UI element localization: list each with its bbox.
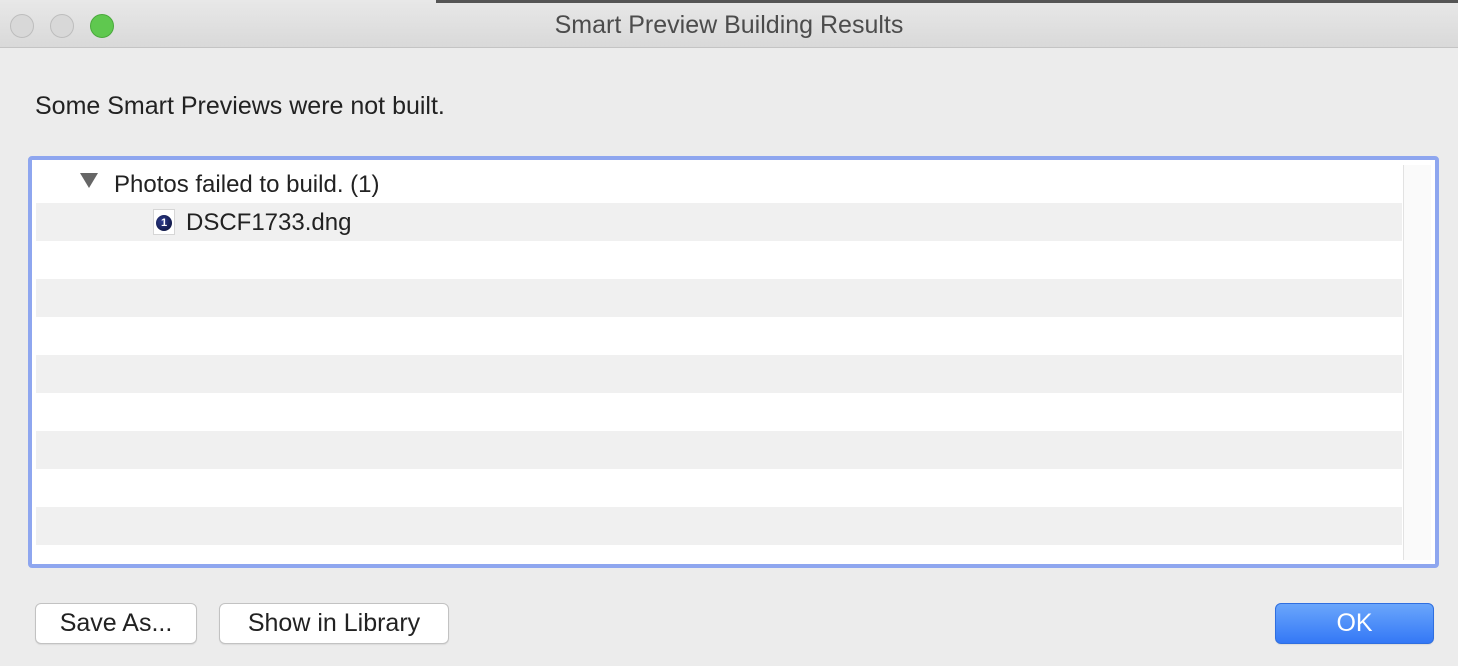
empty-row bbox=[36, 241, 1402, 279]
empty-row bbox=[36, 507, 1402, 545]
save-as-button[interactable]: Save As... bbox=[35, 603, 197, 644]
title-bar[interactable]: Smart Preview Building Results bbox=[0, 0, 1458, 48]
window-title: Smart Preview Building Results bbox=[554, 11, 904, 39]
file-name: DSCF1733.dng bbox=[186, 209, 352, 236]
scrollbar-track[interactable] bbox=[1403, 165, 1431, 560]
empty-row bbox=[36, 469, 1402, 507]
empty-row bbox=[36, 355, 1402, 393]
empty-row bbox=[36, 393, 1402, 431]
empty-row bbox=[36, 317, 1402, 355]
disclosure-triangle-icon[interactable] bbox=[80, 173, 98, 188]
results-rows: Photos failed to build. (1) 1 DSCF1733.d… bbox=[36, 165, 1402, 564]
dialog-window: Smart Preview Building Results Some Smar… bbox=[0, 0, 1458, 666]
group-label: Photos failed to build. (1) bbox=[114, 171, 380, 198]
results-list[interactable]: Photos failed to build. (1) 1 DSCF1733.d… bbox=[28, 156, 1439, 568]
capture-one-file-icon: 1 bbox=[153, 209, 175, 235]
empty-row bbox=[36, 431, 1402, 469]
group-row[interactable]: Photos failed to build. (1) bbox=[36, 165, 1402, 203]
show-in-library-button[interactable]: Show in Library bbox=[219, 603, 449, 644]
title-bar-edge bbox=[436, 0, 1458, 3]
status-message: Some Smart Previews were not built. bbox=[35, 92, 445, 120]
empty-row bbox=[36, 545, 1402, 564]
ok-button[interactable]: OK bbox=[1275, 603, 1434, 644]
file-row[interactable]: 1 DSCF1733.dng bbox=[36, 203, 1402, 241]
empty-row bbox=[36, 279, 1402, 317]
file-badge: 1 bbox=[156, 215, 172, 231]
